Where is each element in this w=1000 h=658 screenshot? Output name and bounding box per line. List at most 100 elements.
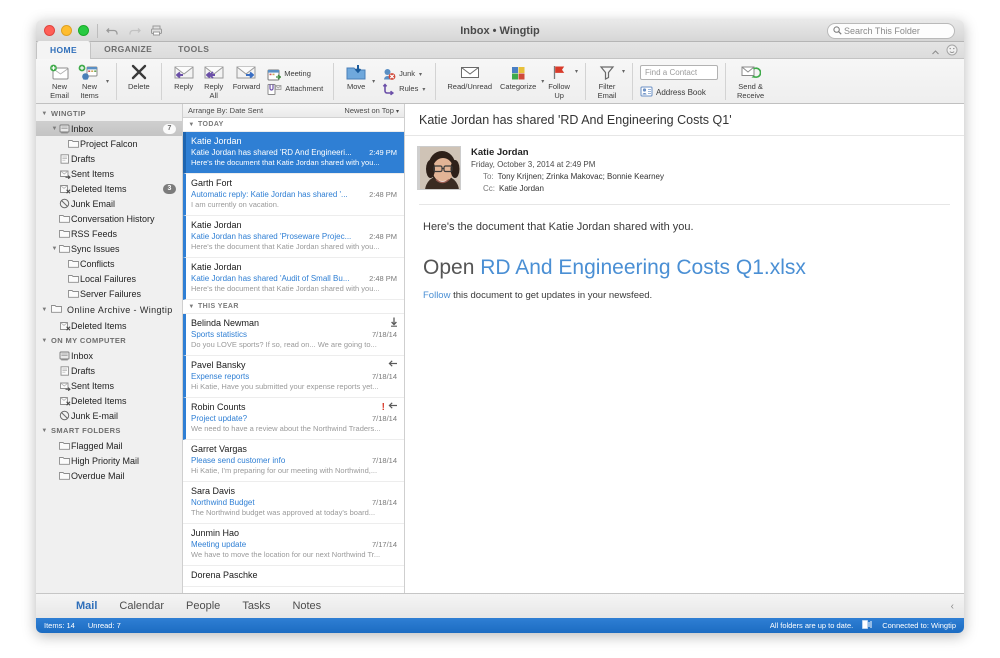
message-group-header[interactable]: ▼ TODAY: [183, 118, 404, 132]
message-list-item[interactable]: Garret Vargas Please send customer info 7/…: [183, 440, 404, 482]
message-list-body[interactable]: ▼ TODAY Katie Jordan Katie Jordan has share…: [183, 118, 404, 593]
sidebar-item-project-falcon[interactable]: Project Falcon: [36, 136, 182, 151]
delete-button[interactable]: Delete: [124, 60, 154, 103]
disclosure-triangle-icon[interactable]: ▼: [188, 304, 195, 310]
tab-tools[interactable]: TOOLS: [165, 41, 222, 58]
sidebar-item-sync-issues[interactable]: ▼ Sync Issues: [36, 241, 182, 256]
message-list-item[interactable]: Katie Jordan Katie Jordan has shared 'Aud…: [183, 258, 404, 300]
move-dropdown-caret[interactable]: ▾: [372, 78, 375, 85]
message-list-item[interactable]: Sara Davis Northwind Budget 7/18/14 The Nor…: [183, 482, 404, 524]
message-list-item[interactable]: Pavel Bansky Expense reports 7/18/14 Hi Kat…: [183, 356, 404, 398]
minimize-button[interactable]: [61, 25, 72, 36]
sidebar-item-inbox[interactable]: Inbox: [36, 348, 182, 363]
read-unread-button[interactable]: Read/Unread: [443, 60, 496, 103]
folder-sidebar[interactable]: ▼ WINGTIP ▼ Inbox 7 Project Falcon Drafts Sent …: [36, 104, 183, 593]
follow-up-dropdown-caret[interactable]: ▾: [575, 68, 578, 75]
nav-people[interactable]: People: [186, 600, 220, 612]
junk-button[interactable]: Junk ▾: [379, 68, 428, 81]
nav-notes[interactable]: Notes: [292, 600, 321, 612]
forward-button[interactable]: Forward: [229, 60, 265, 103]
undo-icon[interactable]: [106, 25, 119, 36]
follow-up-button[interactable]: Follow Up: [544, 60, 574, 103]
sidebar-item-junk-email[interactable]: Junk Email: [36, 196, 182, 211]
message-list-item[interactable]: Junmin Hao Meeting update 7/17/14 We have t…: [183, 524, 404, 566]
help-icon[interactable]: [946, 43, 958, 61]
sidebar-item-sent-items[interactable]: Sent Items: [36, 166, 182, 181]
sidebar-group-header[interactable]: ▼ WINGTIP: [36, 106, 182, 121]
sidebar-item-junk-e-mail[interactable]: Junk E-mail: [36, 408, 182, 423]
sort-order-control[interactable]: Newest on Top ▾: [344, 106, 399, 115]
nav-mail[interactable]: Mail: [76, 600, 97, 612]
message-list-item[interactable]: Garth Fort Automatic reply: Katie Jordan …: [183, 174, 404, 216]
chevron-up-icon[interactable]: [931, 43, 940, 61]
sidebar-item-label: Sent Items: [71, 380, 115, 391]
categorize-button[interactable]: Categorize: [496, 60, 540, 103]
sidebar-item-flagged-mail[interactable]: Flagged Mail: [36, 438, 182, 453]
sidebar-item-deleted-items[interactable]: Deleted Items: [36, 318, 182, 333]
document-link[interactable]: RD And Engineering Costs Q1.xlsx: [480, 256, 806, 279]
sidebar-item-server-failures[interactable]: Server Failures: [36, 286, 182, 301]
disclosure-triangle-icon[interactable]: ▼: [41, 428, 48, 434]
attachment-button[interactable]: Attachment: [264, 83, 326, 96]
rules-button[interactable]: Rules ▾: [379, 82, 428, 96]
sidebar-group-header[interactable]: ▼ Online Archive - Wingtip: [36, 301, 182, 318]
message-list-item[interactable]: ! Robin Counts Project update? 7/18/14 We ne…: [183, 398, 404, 440]
message-list-item[interactable]: Belinda Newman Sports statistics 7/18/14 Do…: [183, 314, 404, 356]
meeting-button[interactable]: Meeting: [264, 68, 326, 81]
junk-dropdown-caret[interactable]: ▾: [419, 71, 422, 78]
disclosure-triangle-icon[interactable]: ▼: [51, 246, 58, 252]
disclosure-triangle-icon[interactable]: ▼: [51, 126, 58, 132]
sidebar-item-local-failures[interactable]: Local Failures: [36, 271, 182, 286]
new-items-button[interactable]: New Items: [74, 60, 105, 103]
disclosure-triangle-icon[interactable]: ▼: [41, 111, 48, 117]
sidebar-item-high-priority-mail[interactable]: High Priority Mail: [36, 453, 182, 468]
sidebar-item-conflicts[interactable]: Conflicts: [36, 256, 182, 271]
sidebar-item-drafts[interactable]: Drafts: [36, 363, 182, 378]
find-contact-input[interactable]: Find a Contact: [640, 64, 719, 80]
follow-link[interactable]: Follow: [423, 290, 450, 301]
sidebar-item-drafts[interactable]: Drafts: [36, 151, 182, 166]
new-items-dropdown-caret[interactable]: ▾: [106, 78, 109, 85]
sidebar-item-rss-feeds[interactable]: RSS Feeds: [36, 226, 182, 241]
delete-label: Delete: [128, 82, 150, 91]
print-icon[interactable]: [150, 25, 163, 36]
close-button[interactable]: [44, 25, 55, 36]
send-receive-button[interactable]: Send & Receive: [733, 60, 768, 103]
rules-dropdown-caret[interactable]: ▾: [422, 86, 425, 93]
collapse-pane-icon[interactable]: ‹: [951, 601, 954, 612]
reply-all-button[interactable]: Reply All: [199, 60, 229, 103]
tab-home[interactable]: HOME: [36, 41, 92, 59]
window-controls[interactable]: [44, 25, 89, 36]
message-list-item[interactable]: Dorena Paschke: [183, 566, 404, 587]
new-email-button[interactable]: New Email: [45, 60, 74, 103]
redo-icon[interactable]: [128, 25, 141, 36]
nav-tasks[interactable]: Tasks: [242, 600, 270, 612]
search-input[interactable]: Search This Folder: [827, 23, 955, 39]
filter-dropdown-caret[interactable]: ▾: [622, 68, 625, 75]
disclosure-triangle-icon[interactable]: ▼: [41, 307, 48, 313]
message-group-header[interactable]: ▼ THIS YEAR: [183, 300, 404, 314]
sidebar-item-deleted-items[interactable]: Deleted Items: [36, 393, 182, 408]
disclosure-triangle-icon[interactable]: ▼: [188, 122, 195, 128]
sidebar-item-inbox[interactable]: ▼ Inbox 7: [36, 121, 182, 136]
sidebar-item-overdue-mail[interactable]: Overdue Mail: [36, 468, 182, 483]
tab-organize[interactable]: ORGANIZE: [91, 41, 165, 58]
reply-button[interactable]: Reply: [169, 60, 199, 103]
nav-calendar[interactable]: Calendar: [119, 600, 164, 612]
sidebar-item-sent-items[interactable]: Sent Items: [36, 378, 182, 393]
arrange-by-control[interactable]: Arrange By: Date Sent: [188, 106, 263, 115]
address-book-button[interactable]: Address Book: [640, 84, 718, 102]
sidebar-item-deleted-items[interactable]: Deleted Items 3: [36, 181, 182, 196]
sidebar-group-header[interactable]: ▼ SMART FOLDERS: [36, 423, 182, 438]
message-subject-heading: Katie Jordan has shared 'RD And Engineer…: [405, 104, 964, 136]
deleted-icon: [58, 396, 71, 406]
sidebar-group-header[interactable]: ▼ ON MY COMPUTER: [36, 333, 182, 348]
message-list-item[interactable]: Katie Jordan Katie Jordan has shared 'Pro…: [183, 216, 404, 258]
disclosure-triangle-icon[interactable]: ▼: [41, 338, 48, 344]
message-subject: Katie Jordan has shared 'Proseware Proje…: [191, 232, 352, 241]
sidebar-item-conversation-history[interactable]: Conversation History: [36, 211, 182, 226]
filter-email-button[interactable]: Filter Email: [593, 60, 621, 103]
maximize-button[interactable]: [78, 25, 89, 36]
move-button[interactable]: Move: [341, 60, 371, 103]
message-list-item[interactable]: Katie Jordan Katie Jordan has shared 'RD …: [183, 132, 404, 174]
